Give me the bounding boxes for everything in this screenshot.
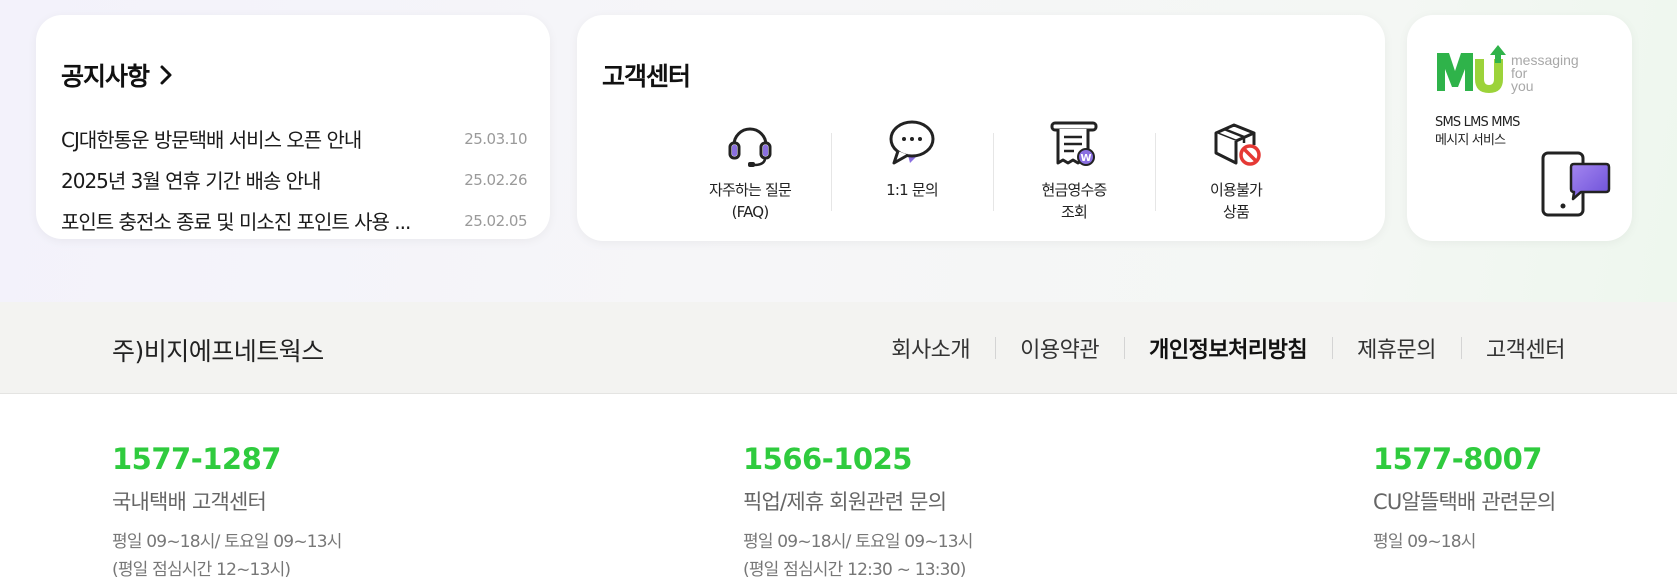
contact-hours: 평일 09~18시/ 토요일 09~13시 (평일 점심시간 12:30 ~ 1…: [743, 528, 973, 580]
mu-logo: messaging for you: [1435, 43, 1579, 93]
contact-hours-line: 평일 09~18시/ 토요일 09~13시: [112, 532, 342, 552]
mu-sub-line-2: 메시지 서비스: [1435, 133, 1506, 148]
footer-links: 회사소개 이용약관 개인정보처리방침 제휴문의 고객센터: [866, 332, 1565, 364]
contact-pickup: 1566-1025 픽업/제휴 회원관련 문의 평일 09~18시/ 토요일 0…: [743, 442, 973, 580]
chat-bubble-icon: [884, 115, 940, 171]
headset-icon: [722, 115, 778, 171]
customer-center-menu: 자주하는 질문 (FAQ) 1:1 문의 W 현금영수증 조회 이용불가 상품: [669, 115, 1319, 225]
contact-domestic: 1577-1287 국내택배 고객센터 평일 09~18시/ 토요일 09~13…: [112, 442, 342, 580]
contact-title: CU알뜰택배 관련문의: [1373, 490, 1556, 514]
receipt-icon: W: [1046, 115, 1102, 171]
restricted-items-label: 이용불가 상품: [1209, 181, 1263, 221]
mu-messaging-banner[interactable]: messaging for you SMS LMS MMS 메시지 서비스: [1407, 15, 1632, 241]
inquiry-button[interactable]: 1:1 문의: [831, 115, 993, 225]
company-name: 주)비지에프네트웍스: [112, 337, 324, 366]
mu-description: SMS LMS MMS 메시지 서비스: [1435, 114, 1520, 150]
footer-link-privacy[interactable]: 개인정보처리방침: [1124, 332, 1332, 364]
notice-item-date: 25.02.26: [464, 170, 527, 189]
notice-item[interactable]: 포인트 충전소 종료 및 미소진 포인트 사용 ... 25.02.05: [61, 200, 527, 241]
customer-center-card: 고객센터 자주하는 질문 (FAQ) 1:1 문의 W 현금영수증 조회 이용불…: [577, 15, 1385, 241]
contact-hours-line: 평일 09~18시/ 토요일 09~13시: [743, 532, 973, 552]
footer-link-customer-center[interactable]: 고객센터: [1461, 332, 1565, 364]
notice-item-date: 25.03.10: [464, 129, 527, 148]
contact-cu: 1577-8007 CU알뜰택배 관련문의 평일 09~18시: [1373, 442, 1556, 556]
footer-link-partnership[interactable]: 제휴문의: [1332, 332, 1461, 364]
faq-label: 자주하는 질문 (FAQ): [709, 181, 792, 221]
notice-item-text[interactable]: CJ대한통운 방문택배 서비스 오픈 안내: [61, 124, 361, 153]
mu-logo-mark: [1437, 45, 1506, 93]
prohibited-box-icon: [1208, 115, 1264, 171]
notice-title-link[interactable]: 공지사항: [61, 57, 173, 93]
cash-receipt-button[interactable]: W 현금영수증 조회: [993, 115, 1155, 225]
notice-item[interactable]: CJ대한통운 방문택배 서비스 오픈 안내 25.03.10: [61, 118, 527, 159]
notice-item-text[interactable]: 2025년 3월 연휴 기간 배송 안내: [61, 165, 320, 194]
notice-title: 공지사항: [61, 62, 150, 91]
notice-item-text[interactable]: 포인트 충전소 종료 및 미소진 포인트 사용 ...: [61, 206, 410, 235]
contact-hours: 평일 09~18시: [1373, 528, 1555, 556]
customer-center-title: 고객센터: [602, 62, 691, 91]
mu-tagline-3: you: [1511, 78, 1534, 94]
notice-card: 공지사항 CJ대한통운 방문택배 서비스 오픈 안내 25.03.10 2025…: [36, 15, 550, 239]
svg-text:W: W: [1080, 153, 1091, 164]
cash-receipt-label: 현금영수증 조회: [1041, 181, 1107, 221]
faq-button[interactable]: 자주하는 질문 (FAQ): [669, 115, 831, 225]
contact-phone[interactable]: 1566-1025: [743, 442, 973, 476]
contact-hours-line: (평일 점심시간 12~13시): [112, 560, 291, 580]
mu-sub-line-1: SMS LMS MMS: [1435, 115, 1520, 130]
phone-message-icon: [1541, 151, 1611, 217]
inquiry-label: 1:1 문의: [886, 181, 939, 199]
notice-item[interactable]: 2025년 3월 연휴 기간 배송 안내 25.02.26: [61, 159, 527, 200]
footer-link-terms[interactable]: 이용약관: [995, 332, 1124, 364]
contact-hours-line: (평일 점심시간 12:30 ~ 13:30): [743, 560, 966, 580]
footer-link-about[interactable]: 회사소개: [866, 332, 995, 364]
top-area: 공지사항 CJ대한통운 방문택배 서비스 오픈 안내 25.03.10 2025…: [0, 0, 1677, 302]
contact-hours-line: 평일 09~18시: [1373, 532, 1476, 552]
footer-nav-bar: 주)비지에프네트웍스 회사소개 이용약관 개인정보처리방침 제휴문의 고객센터: [0, 302, 1677, 394]
contact-title: 국내택배 고객센터: [112, 490, 267, 514]
chevron-right-icon: [160, 65, 172, 85]
notice-list: CJ대한통운 방문택배 서비스 오픈 안내 25.03.10 2025년 3월 …: [61, 118, 527, 241]
restricted-items-button[interactable]: 이용불가 상품: [1155, 115, 1317, 225]
contact-hours: 평일 09~18시/ 토요일 09~13시 (평일 점심시간 12~13시): [112, 528, 342, 580]
contact-phone[interactable]: 1577-8007: [1373, 442, 1555, 476]
contact-title: 픽업/제휴 회원관련 문의: [743, 490, 947, 514]
contact-phone[interactable]: 1577-1287: [112, 442, 342, 476]
notice-item-date: 25.02.05: [464, 211, 527, 230]
